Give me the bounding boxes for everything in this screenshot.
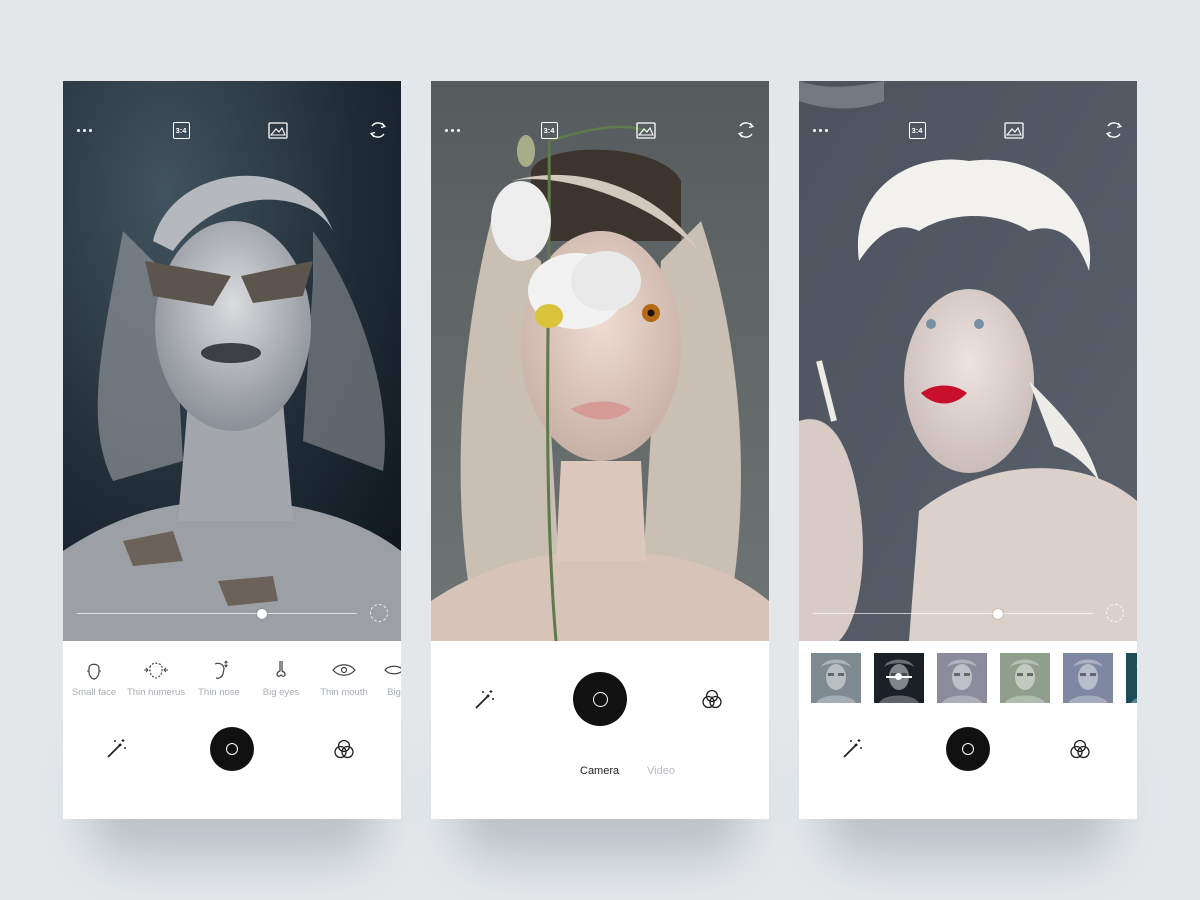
camera-screen: 3:4 Camera Video xyxy=(431,81,769,819)
aspect-ratio-icon: 3:4 xyxy=(908,121,926,139)
magic-wand-button[interactable] xyxy=(839,736,865,762)
magic-wand-icon xyxy=(475,690,494,709)
slider-track xyxy=(813,613,1093,614)
camera-preview: 3:4 xyxy=(799,81,1137,641)
filter-preview-image xyxy=(1005,659,1045,703)
tool-label: Thin humerus xyxy=(126,687,186,698)
beauty-screen: 3:4 Small face Thin humerus Thin nose Bi… xyxy=(63,81,401,819)
portrait-preview-image xyxy=(799,81,1137,641)
filter-preview-image xyxy=(816,659,856,703)
aspect-ratio-icon: 3:4 xyxy=(172,121,190,139)
magic-wand-button[interactable] xyxy=(103,736,129,762)
aspect-ratio-icon: 3:4 xyxy=(540,121,558,139)
shutter-button[interactable] xyxy=(210,727,254,771)
more-button[interactable] xyxy=(809,119,831,141)
mode-camera[interactable]: Camera xyxy=(580,765,619,777)
nose-icon xyxy=(276,661,286,678)
filter-thumbnail[interactable] xyxy=(1000,653,1050,703)
slider-thumb[interactable] xyxy=(992,609,1003,619)
beauty-tools-row: Small face Thin humerus Thin nose Big ey… xyxy=(63,659,401,707)
switch-camera-button[interactable] xyxy=(1103,119,1125,141)
slider-track xyxy=(77,613,357,614)
shutter-button[interactable] xyxy=(573,672,627,726)
mode-video[interactable]: Video xyxy=(647,765,675,777)
reset-effect-button[interactable] xyxy=(1106,604,1124,622)
aspect-ratio-button[interactable]: 3:4 xyxy=(906,119,928,141)
gallery-icon xyxy=(268,121,288,139)
shutter-ring-icon xyxy=(226,743,238,755)
tool-label: Big eyes xyxy=(262,687,300,698)
aspect-ratio-button[interactable]: 3:4 xyxy=(538,119,560,141)
tool-thin-nose[interactable]: Thin nose xyxy=(186,659,252,698)
more-dots-icon xyxy=(76,128,92,132)
filter-thumbnail[interactable] xyxy=(874,653,924,703)
switch-camera-button[interactable] xyxy=(367,119,389,141)
intensity-slider[interactable] xyxy=(77,608,357,620)
switch-camera-button[interactable] xyxy=(735,119,757,141)
camera-top-bar: 3:4 xyxy=(799,119,1137,141)
color-filter-icon xyxy=(702,689,722,709)
tool-label: Big xyxy=(387,687,401,698)
tool-small-face[interactable]: Small face xyxy=(63,659,127,698)
face-side-icon xyxy=(214,660,228,679)
camera-top-bar: 3:4 xyxy=(63,119,401,141)
camera-top-bar: 3:4 xyxy=(431,119,769,141)
slider-thumb[interactable] xyxy=(256,609,267,619)
portrait-preview-image xyxy=(63,81,401,641)
filter-screen: 3:4 xyxy=(799,81,1137,819)
jaw-outline-icon xyxy=(144,662,168,679)
tool-big-eyes[interactable]: Big eyes xyxy=(248,659,314,698)
shutter-button[interactable] xyxy=(946,727,990,771)
more-button[interactable] xyxy=(441,119,463,141)
tool-big[interactable]: Big xyxy=(361,659,401,698)
switch-camera-icon xyxy=(1105,122,1123,138)
magic-wand-icon xyxy=(107,739,126,758)
color-filter-button[interactable] xyxy=(699,687,725,713)
more-button[interactable] xyxy=(73,119,95,141)
color-filter-button[interactable] xyxy=(1067,737,1093,763)
color-filter-button[interactable] xyxy=(331,737,357,763)
filter-adjust-knob xyxy=(895,673,902,680)
tool-label: Small face xyxy=(71,687,117,698)
shutter-ring-icon xyxy=(592,691,608,707)
camera-preview: 3:4 xyxy=(431,81,769,641)
gallery-icon xyxy=(1004,121,1024,139)
intensity-slider[interactable] xyxy=(813,608,1093,620)
reset-effect-button[interactable] xyxy=(370,604,388,622)
filter-thumbnail[interactable] xyxy=(811,653,861,703)
face-outline-icon xyxy=(87,663,101,680)
filter-preview-image xyxy=(1131,665,1137,703)
filter-thumbnail[interactable] xyxy=(1126,653,1137,703)
capture-mode-switcher: Camera Video xyxy=(431,765,769,781)
more-dots-icon xyxy=(444,128,460,132)
filter-preview-image xyxy=(1068,659,1108,703)
mouth-icon xyxy=(384,665,401,675)
gallery-icon xyxy=(636,121,656,139)
magic-wand-button[interactable] xyxy=(471,687,497,713)
eye-icon xyxy=(332,664,356,676)
filter-thumbnail[interactable] xyxy=(1063,653,1113,703)
camera-preview: 3:4 xyxy=(63,81,401,641)
tool-label: Thin nose xyxy=(198,687,240,698)
switch-camera-icon xyxy=(737,122,755,138)
color-filter-icon xyxy=(334,739,354,759)
aspect-ratio-button[interactable]: 3:4 xyxy=(170,119,192,141)
more-dots-icon xyxy=(812,128,828,132)
tool-thin-humerus[interactable]: Thin humerus xyxy=(123,659,189,698)
magic-wand-icon xyxy=(843,739,862,758)
filter-thumbnail[interactable] xyxy=(937,653,987,703)
gallery-button[interactable] xyxy=(267,119,289,141)
color-filter-icon xyxy=(1070,739,1090,759)
portrait-preview-image xyxy=(431,81,769,641)
filter-thumbnails-row xyxy=(811,653,1137,705)
gallery-button[interactable] xyxy=(635,119,657,141)
shutter-ring-icon xyxy=(962,743,974,755)
gallery-button[interactable] xyxy=(1003,119,1025,141)
filter-preview-image xyxy=(942,659,982,703)
switch-camera-icon xyxy=(369,122,387,138)
